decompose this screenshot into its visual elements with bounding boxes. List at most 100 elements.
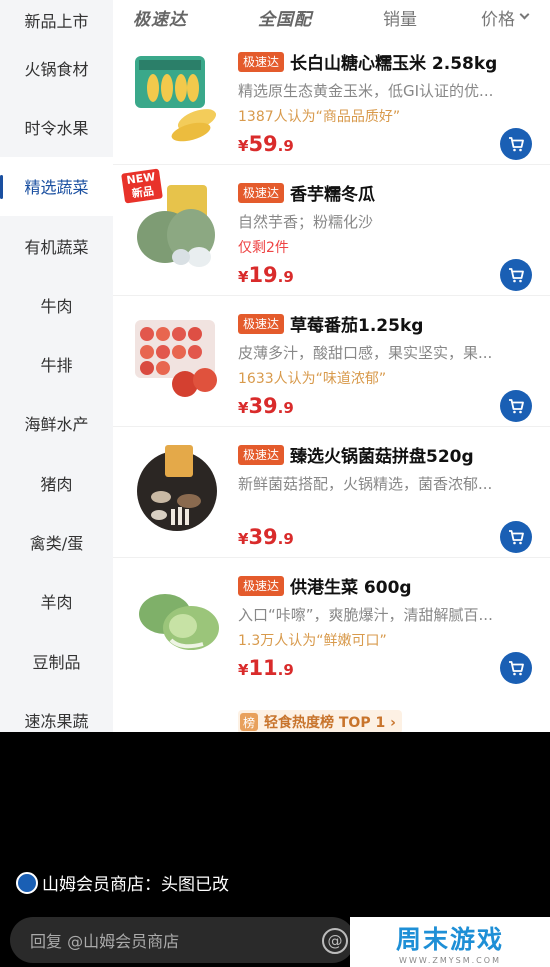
sidebar-item-lamb[interactable]: 羊肉 (0, 572, 113, 631)
sidebar-item-tofu[interactable]: 豆制品 (0, 631, 113, 690)
sidebar-item-label: 禽类/蛋 (29, 534, 84, 554)
product-name: 长白山糖心糯玉米 2.58kg (290, 54, 498, 74)
cart-icon (509, 268, 524, 283)
sams-club-logo-icon (16, 871, 38, 894)
filter-express[interactable]: 极速达 (133, 5, 187, 30)
sidebar-item-fruit[interactable]: 时令水果 (0, 97, 113, 156)
product-review-note: 1.3万人认为“鲜嫩可口” (238, 633, 387, 649)
product-card[interactable]: 极速达 长白山糖心糯玉米 2.58kg 精选原生态黄金玉米，低GI认证的优...… (113, 34, 550, 165)
product-desc: 新鲜菌菇搭配，火锅精选，菌香浓郁... (238, 475, 493, 493)
ranking-link[interactable]: 榜 轻食热度榜 TOP 1 › (238, 710, 402, 732)
product-desc: 皮薄多汁，酸甜口感，果实坚实，果... (238, 344, 493, 362)
price-currency: ¥ (238, 661, 249, 679)
sidebar-item-label: 豆制品 (32, 652, 81, 672)
product-image-lettuce (131, 570, 227, 666)
sidebar-item-label: 羊肉 (40, 593, 73, 613)
price-integer: 39 (248, 525, 278, 549)
product-price: ¥39.9 (238, 525, 294, 549)
price-currency: ¥ (238, 268, 249, 286)
product-card[interactable]: NEW 新品 极速达 香芋糯冬瓜 自然芋香；粉糯化沙 仅剩2件 ¥19.9 (113, 165, 550, 296)
price-decimal: .9 (277, 661, 294, 679)
sidebar-item-label: 牛排 (40, 356, 73, 376)
product-name: 草莓番茄1.25kg (290, 316, 424, 336)
add-to-cart-button[interactable] (500, 390, 532, 422)
product-list: 极速达 长白山糖心糯玉米 2.58kg 精选原生态黄金玉米，低GI认证的优...… (113, 34, 550, 732)
sidebar-item-beef[interactable]: 牛肉 (0, 275, 113, 334)
price-integer: 59 (248, 132, 278, 156)
product-card[interactable]: 极速达 供港生菜 600g 入口“咔嚓”，爽脆爆汁，清甜解腻百... 1.3万人… (113, 558, 550, 732)
product-review-note: 1387人认为“商品品质好” (238, 109, 401, 125)
sort-price[interactable]: 价格 (481, 5, 530, 30)
product-info: 极速达 香芋糯冬瓜 自然芋香；粉糯化沙 仅剩2件 (238, 180, 536, 257)
product-info: 极速达 供港生菜 600g 入口“咔嚓”，爽脆爆汁，清甜解腻百... 1.3万人… (238, 573, 536, 650)
watermark-logo: 周末游戏 WWW.ZMYSM.COM (350, 917, 550, 967)
price-currency: ¥ (238, 530, 249, 548)
cart-icon (509, 137, 524, 152)
price-currency: ¥ (238, 137, 249, 155)
product-name: 香芋糯冬瓜 (290, 185, 376, 205)
post-caption: 山姆会员商店：头图已改 (16, 870, 229, 895)
add-to-cart-button[interactable] (500, 521, 532, 553)
sidebar-item-label: 新品上市 (24, 12, 89, 31)
product-price: ¥39.9 (238, 394, 294, 418)
sidebar-item-label: 时令水果 (24, 118, 89, 138)
sidebar-item-pork[interactable]: 猪肉 (0, 453, 113, 512)
sidebar-item-frozen[interactable]: 速冻果蔬 (0, 690, 113, 732)
sidebar-item-poultry[interactable]: 禽类/蛋 (0, 512, 113, 571)
price-decimal: .9 (277, 399, 294, 417)
product-price: ¥59.9 (238, 132, 294, 156)
stock-note: 仅剩2件 (238, 240, 289, 256)
sidebar-item-hotpot[interactable]: 火锅食材 (0, 38, 113, 97)
screenshot: 新品上市 火锅食材 时令水果 精选蔬菜 有机蔬菜 牛肉 牛排 海鲜水产 猪肉 禽… (0, 0, 550, 967)
express-tag: 极速达 (238, 444, 285, 465)
price-decimal: .9 (277, 530, 294, 548)
product-info: 极速达 草莓番茄1.25kg 皮薄多汁，酸甜口感，果实坚实，果... 1633人… (238, 311, 536, 388)
filter-nationwide[interactable]: 全国配 (258, 5, 312, 30)
sidebar-item-seafood[interactable]: 海鲜水产 (0, 394, 113, 453)
sidebar-item-label: 火锅食材 (24, 59, 89, 79)
cart-icon (509, 661, 524, 676)
sort-sales[interactable]: 销量 (383, 5, 417, 30)
express-tag: 极速达 (238, 182, 285, 203)
price-integer: 11 (248, 656, 278, 680)
add-to-cart-button[interactable] (500, 128, 532, 160)
product-price: ¥11.9 (238, 656, 294, 680)
reply-placeholder: 回复 @山姆会员商店 (30, 932, 180, 951)
sidebar-item-label: 牛肉 (40, 296, 73, 316)
price-decimal: .9 (277, 268, 294, 286)
price-integer: 39 (248, 394, 278, 418)
sidebar-item-organic[interactable]: 有机蔬菜 (0, 216, 113, 275)
watermark-url: WWW.ZMYSM.COM (399, 955, 501, 965)
sort-bar: 极速达 全国配 销量 价格 (113, 0, 550, 34)
sort-price-label: 价格 (481, 9, 515, 30)
reply-input[interactable]: 回复 @山姆会员商店 (10, 917, 355, 963)
rank-label: 轻食热度榜 TOP 1 › (264, 715, 396, 731)
sidebar-item-vegetables[interactable]: 精选蔬菜 (0, 156, 113, 216)
price-currency: ¥ (238, 399, 249, 417)
sidebar-item-new[interactable]: 新品上市 (0, 0, 113, 38)
express-tag: 极速达 (238, 313, 285, 334)
express-tag: 极速达 (238, 575, 285, 596)
rank-icon: 榜 (240, 713, 258, 731)
add-to-cart-button[interactable] (500, 652, 532, 684)
product-card[interactable]: 极速达 臻选火锅菌菇拼盘520g 新鲜菌菇搭配，火锅精选，菌香浓郁... ¥39… (113, 427, 550, 558)
sidebar-item-steak[interactable]: 牛排 (0, 334, 113, 393)
sidebar-item-label: 速冻果蔬 (24, 711, 89, 731)
product-price: ¥19.9 (238, 263, 294, 287)
mention-button[interactable]: @ (322, 928, 348, 954)
product-desc: 精选原生态黄金玉米，低GI认证的优... (238, 82, 494, 100)
product-card[interactable]: 极速达 草莓番茄1.25kg 皮薄多汁，酸甜口感，果实坚实，果... 1633人… (113, 296, 550, 427)
product-info: 极速达 臻选火锅菌菇拼盘520g 新鲜菌菇搭配，火锅精选，菌香浓郁... (238, 442, 536, 494)
sidebar-item-label: 精选蔬菜 (24, 178, 89, 198)
watermark-text: 周末游戏 (395, 924, 504, 954)
express-tag: 极速达 (238, 51, 285, 72)
category-sidebar: 新品上市 火锅食材 时令水果 精选蔬菜 有机蔬菜 牛肉 牛排 海鲜水产 猪肉 禽… (0, 0, 113, 732)
sidebar-item-label: 猪肉 (40, 474, 73, 494)
shop-panel: 新品上市 火锅食材 时令水果 精选蔬菜 有机蔬菜 牛肉 牛排 海鲜水产 猪肉 禽… (0, 0, 550, 732)
price-integer: 19 (248, 263, 278, 287)
sidebar-item-label: 海鲜水产 (24, 415, 89, 435)
product-review-note: 1633人认为“味道浓郁” (238, 371, 387, 387)
product-name: 供港生菜 600g (290, 578, 412, 598)
product-desc: 入口“咔嚓”，爽脆爆汁，清甜解腻百... (238, 606, 493, 624)
add-to-cart-button[interactable] (500, 259, 532, 291)
